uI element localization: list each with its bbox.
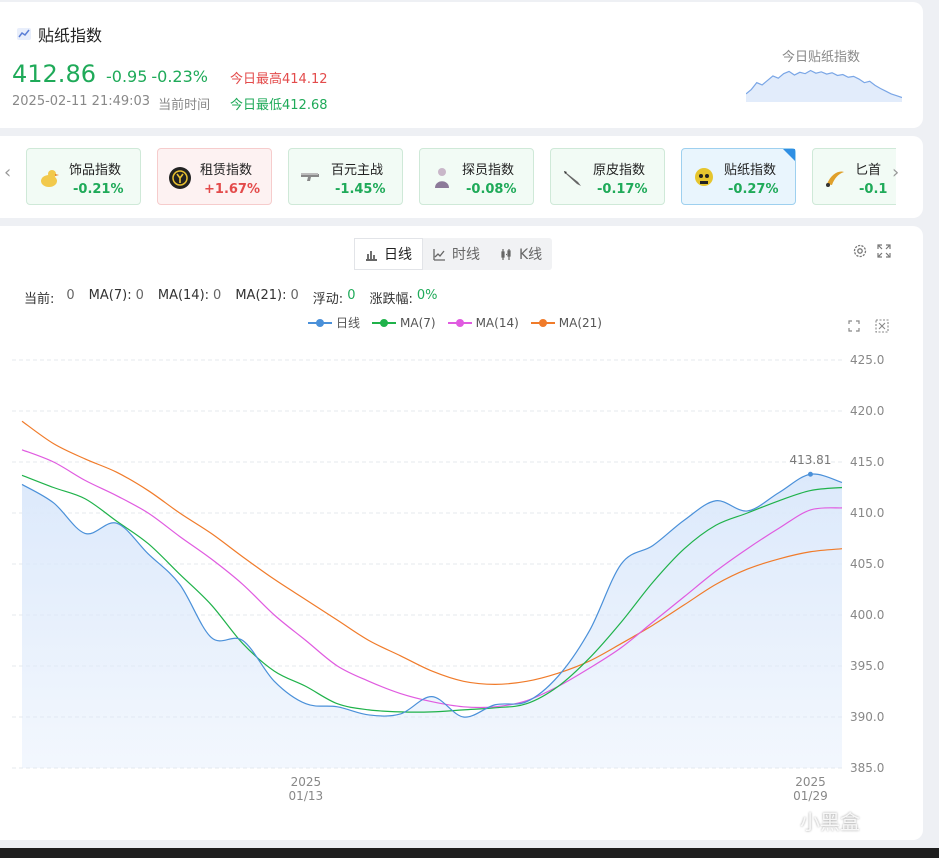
index-tile-pct: -0.21% — [73, 182, 124, 197]
y-tick-label: 390.0 — [850, 710, 884, 724]
index-tile-name: 饰品指数 — [69, 163, 122, 178]
rental-coin-icon — [169, 167, 191, 189]
price-change: -0.95 — [105, 67, 148, 86]
index-tile[interactable]: 租赁指数 +1.67% — [157, 148, 272, 205]
timestamp-row: 2025-02-11 21:49:03 当前时间 — [12, 94, 210, 113]
page-title: 贴纸指数 — [38, 26, 103, 45]
index-carousel: ‹ 饰品指数 -0.21% 租赁指数 +1.67% 百元主战 -1.45% 探员指数 -0.0… — [0, 136, 923, 218]
os-taskbar — [0, 848, 939, 858]
timestamp-label: 当前时间 — [158, 98, 211, 113]
x-tick-date: 01/29 — [793, 789, 828, 803]
index-tile-name: 匕首 — [855, 163, 882, 178]
current-price: 412.86 — [12, 60, 96, 88]
daily-area — [22, 474, 842, 768]
duck-icon — [41, 170, 59, 187]
index-tile-pct: -0.08% — [466, 182, 517, 197]
x-tick-date: 01/13 — [289, 789, 324, 803]
index-tile-name: 百元主战 — [331, 163, 384, 178]
y-tick-label: 410.0 — [850, 506, 884, 520]
x-tick-year: 2025 — [291, 775, 322, 789]
index-tile[interactable]: 原皮指数 -0.17% — [550, 148, 665, 205]
summary-card: 贴纸指数 412.86 -0.95 -0.23% 2025-02-11 21:4… — [0, 2, 923, 128]
day-high: 今日最高414.12 — [230, 72, 328, 87]
y-tick-label: 385.0 — [850, 761, 884, 775]
knife-icon — [564, 171, 581, 186]
index-tile-name: 贴纸指数 — [724, 163, 777, 178]
y-tick-label: 415.0 — [850, 455, 884, 469]
index-tile-pct: -0.17% — [597, 182, 648, 197]
y-tick-label: 395.0 — [850, 659, 884, 673]
trend-chart-icon — [17, 28, 31, 40]
y-tick-label: 400.0 — [850, 608, 884, 622]
y-tick-label: 420.0 — [850, 404, 884, 418]
index-tile-name: 原皮指数 — [593, 163, 646, 178]
index-tile[interactable]: 贴纸指数 -0.27% — [681, 148, 796, 205]
index-tile[interactable]: 百元主战 -1.45% — [288, 148, 403, 205]
sparkline-area — [746, 70, 902, 102]
sparkline-label: 今日贴纸指数 — [782, 50, 861, 65]
index-tile-name: 探员指数 — [462, 163, 515, 178]
x-tick-year: 2025 — [795, 775, 826, 789]
index-tile-pct: -0.27% — [728, 182, 779, 197]
agent-icon — [435, 168, 449, 188]
last-point-marker — [807, 471, 813, 477]
price-row: 412.86 -0.95 -0.23% — [12, 60, 208, 88]
watermark-logo: 小黑盒 — [800, 810, 860, 834]
selected-corner-marker — [783, 149, 795, 161]
main-line-chart: 425.0 420.0 415.0 410.0 405.0 400.0 395.0 390.0… — [12, 353, 884, 803]
index-tile-name: 租赁指数 — [200, 163, 253, 178]
index-tile-pct: +1.67% — [204, 182, 260, 197]
chart-card: 日线 时线 K线 当前: 0 MA(7): 0 MA(14): 0 MA(21): 0 … — [0, 226, 923, 840]
index-tile[interactable]: 匕首 -0.1 — [812, 148, 896, 205]
karambit-icon — [826, 171, 844, 187]
index-tile-pct: -0.1 — [859, 182, 888, 197]
index-tile[interactable]: 探员指数 -0.08% — [419, 148, 534, 205]
price-change-pct: -0.23% — [151, 67, 208, 86]
carousel-next-button[interactable]: › — [892, 162, 899, 183]
index-tile[interactable]: 饰品指数 -0.21% — [26, 148, 141, 205]
sticker-skull-icon — [695, 168, 713, 186]
index-track: 饰品指数 -0.21% 租赁指数 +1.67% 百元主战 -1.45% 探员指数 -0.08%… — [26, 148, 896, 206]
y-tick-label: 405.0 — [850, 557, 884, 571]
pistol-icon — [301, 173, 319, 181]
day-low: 今日最低412.68 — [230, 98, 328, 113]
index-tile-pct: -1.45% — [335, 182, 386, 197]
carousel-prev-button[interactable]: ‹ — [4, 162, 11, 183]
last-value-label: 413.81 — [789, 453, 831, 467]
sparkline-chart — [746, 69, 902, 102]
title-row: 贴纸指数 — [16, 22, 102, 46]
y-tick-label: 425.0 — [850, 353, 884, 367]
timestamp: 2025-02-11 21:49:03 — [12, 94, 151, 109]
